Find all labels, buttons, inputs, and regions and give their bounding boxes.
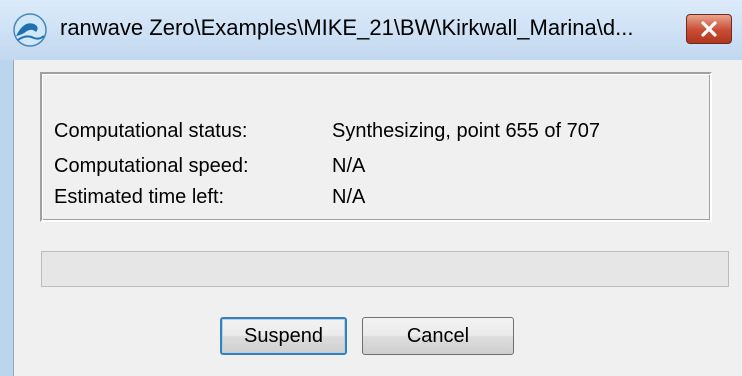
close-button[interactable] [686,14,732,44]
time-left-value: N/A [332,186,366,208]
status-label: Computational status: [54,120,248,142]
suspend-button[interactable]: Suspend [220,317,347,355]
cancel-button[interactable]: Cancel [362,317,514,355]
progress-bar [41,251,729,287]
dialog-content: Computational status: Synthesizing, poin… [13,60,742,376]
status-value: Synthesizing, point 655 of 707 [332,120,600,142]
time-left-label: Estimated time left: [54,186,225,208]
dialog-window: ranwave Zero\Examples\MIKE_21\BW\Kirkwal… [0,0,742,376]
speed-value: N/A [332,155,366,177]
title-bar[interactable]: ranwave Zero\Examples\MIKE_21\BW\Kirkwal… [0,0,742,60]
wave-icon [12,12,48,48]
speed-label: Computational speed: [54,155,249,177]
window-title: ranwave Zero\Examples\MIKE_21\BW\Kirkwal… [60,15,634,40]
close-icon [701,21,717,37]
